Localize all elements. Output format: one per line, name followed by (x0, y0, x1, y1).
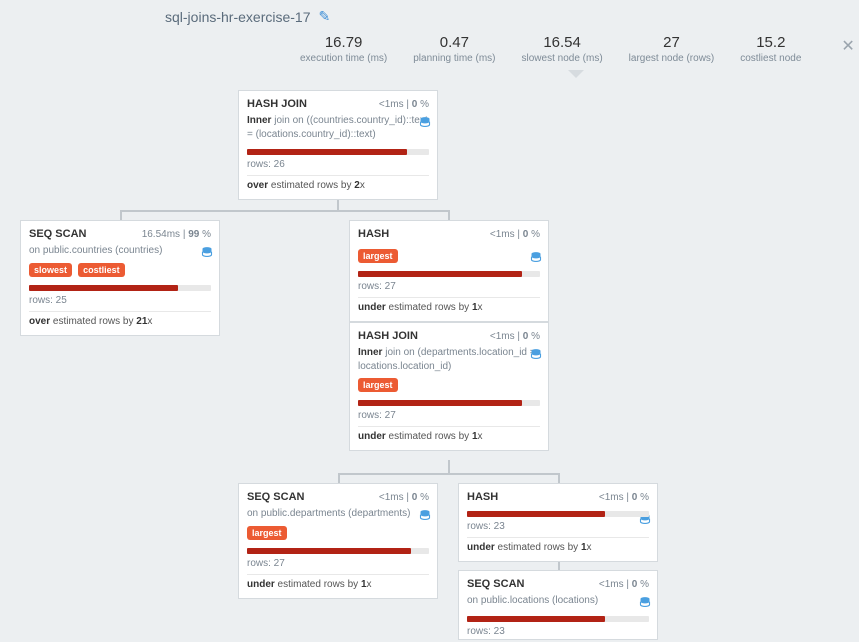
node-meta: 16.54ms | 99 % (142, 229, 211, 240)
stat-execution-time: 16.79 execution time (ms) (300, 34, 387, 64)
page-title: sql-joins-hr-exercise-17 (165, 9, 311, 25)
badge-slowest: slowest (29, 263, 72, 277)
node-meta: <1ms | 0 % (490, 331, 540, 342)
stat-label: costliest node (740, 53, 801, 64)
connector (120, 210, 122, 220)
page-title-row: sql-joins-hr-exercise-17 ✎ (165, 8, 330, 25)
stat-planning-time: 0.47 planning time (ms) (413, 34, 495, 64)
node-meta: <1ms | 0 % (599, 579, 649, 590)
node-hash-join-mid[interactable]: HASH JOIN <1ms | 0 % Inner join on (depa… (349, 322, 549, 451)
node-description: on public.countries (countries) (29, 244, 211, 258)
connector (448, 460, 450, 474)
stat-costliest-node: 15.2 costliest node (740, 34, 801, 64)
node-badges: largest (247, 526, 429, 540)
stat-slowest-node: 16.54 slowest node (ms) (522, 34, 603, 64)
rows-bar (467, 511, 649, 517)
node-title: HASH (467, 491, 498, 503)
connector (338, 473, 560, 475)
node-badges: largest (358, 378, 540, 392)
stat-value: 15.2 (740, 34, 801, 51)
node-title: SEQ SCAN (29, 228, 86, 240)
node-seq-scan-departments[interactable]: SEQ SCAN <1ms | 0 % on public.department… (238, 483, 438, 599)
rows-bar (247, 149, 429, 155)
estimate-line: under estimated rows by 1x (358, 427, 540, 444)
estimate-line: under estimated rows by 1x (247, 575, 429, 592)
estimate-line: over estimated rows by 2x (247, 176, 429, 193)
node-badges: largest (358, 249, 540, 263)
connector (338, 473, 340, 483)
node-hash-bottom[interactable]: HASH <1ms | 0 % rows: 23 under estimated… (458, 483, 658, 562)
stat-largest-node: 27 largest node (rows) (629, 34, 715, 64)
node-seq-scan-countries[interactable]: SEQ SCAN 16.54ms | 99 % on public.countr… (20, 220, 220, 336)
badge-largest: largest (358, 378, 398, 392)
stat-value: 16.79 (300, 34, 387, 51)
node-title: SEQ SCAN (467, 578, 524, 590)
database-icon[interactable] (201, 246, 213, 259)
node-meta: <1ms | 0 % (490, 229, 540, 240)
node-meta: <1ms | 0 % (379, 99, 429, 110)
rows-count: rows: 27 (247, 558, 429, 575)
node-hash-join-top[interactable]: HASH JOIN <1ms | 0 % Inner join on ((cou… (238, 90, 438, 200)
stat-value: 16.54 (522, 34, 603, 51)
node-title: SEQ SCAN (247, 491, 304, 503)
node-seq-scan-locations[interactable]: SEQ SCAN <1ms | 0 % on public.locations … (458, 570, 658, 640)
stats-row: 16.79 execution time (ms) 0.47 planning … (300, 34, 859, 64)
rows-count: rows: 26 (247, 159, 429, 176)
node-badges: slowest costliest (29, 263, 211, 277)
node-meta: <1ms | 0 % (599, 492, 649, 503)
rows-bar (358, 400, 540, 406)
database-icon[interactable] (530, 348, 542, 361)
badge-largest: largest (247, 526, 287, 540)
rows-bar (467, 616, 649, 622)
close-icon[interactable]: ✕ (837, 34, 858, 58)
node-title: HASH JOIN (247, 98, 307, 110)
database-icon[interactable] (530, 251, 542, 264)
estimate-line: under estimated rows by 1x (358, 298, 540, 315)
node-description: on public.locations (locations) (467, 594, 649, 608)
connector (558, 473, 560, 483)
node-title: HASH (358, 228, 389, 240)
rows-count: rows: 23 (467, 626, 649, 641)
rows-bar (29, 285, 211, 291)
database-icon[interactable] (419, 116, 431, 129)
stat-label: execution time (ms) (300, 53, 387, 64)
node-meta: <1ms | 0 % (379, 492, 429, 503)
estimate-line: under estimated rows by 1x (467, 538, 649, 555)
node-hash-mid[interactable]: HASH <1ms | 0 % largest rows: 27 under e… (349, 220, 549, 322)
stat-label: largest node (rows) (629, 53, 715, 64)
stat-label: slowest node (ms) (522, 53, 603, 64)
stat-value: 27 (629, 34, 715, 51)
connector (448, 210, 450, 220)
stat-value: 0.47 (413, 34, 495, 51)
rows-count: rows: 27 (358, 281, 540, 298)
badge-costliest: costliest (78, 263, 125, 277)
rows-bar (358, 271, 540, 277)
node-description: Inner join on (departments.location_id =… (358, 346, 540, 373)
estimate-line: over estimated rows by 21x (29, 312, 211, 329)
database-icon[interactable] (419, 509, 431, 522)
stats-pointer-icon (568, 70, 584, 78)
node-description: on public.departments (departments) (247, 507, 429, 521)
rows-count: rows: 23 (467, 521, 649, 538)
database-icon[interactable] (639, 596, 651, 609)
node-title: HASH JOIN (358, 330, 418, 342)
edit-title-icon[interactable]: ✎ (319, 8, 331, 25)
rows-bar (247, 548, 429, 554)
rows-count: rows: 25 (29, 295, 211, 312)
stat-label: planning time (ms) (413, 53, 495, 64)
connector (120, 210, 450, 212)
badge-largest: largest (358, 249, 398, 263)
rows-count: rows: 27 (358, 410, 540, 427)
node-description: Inner join on ((countries.country_id)::t… (247, 114, 429, 141)
